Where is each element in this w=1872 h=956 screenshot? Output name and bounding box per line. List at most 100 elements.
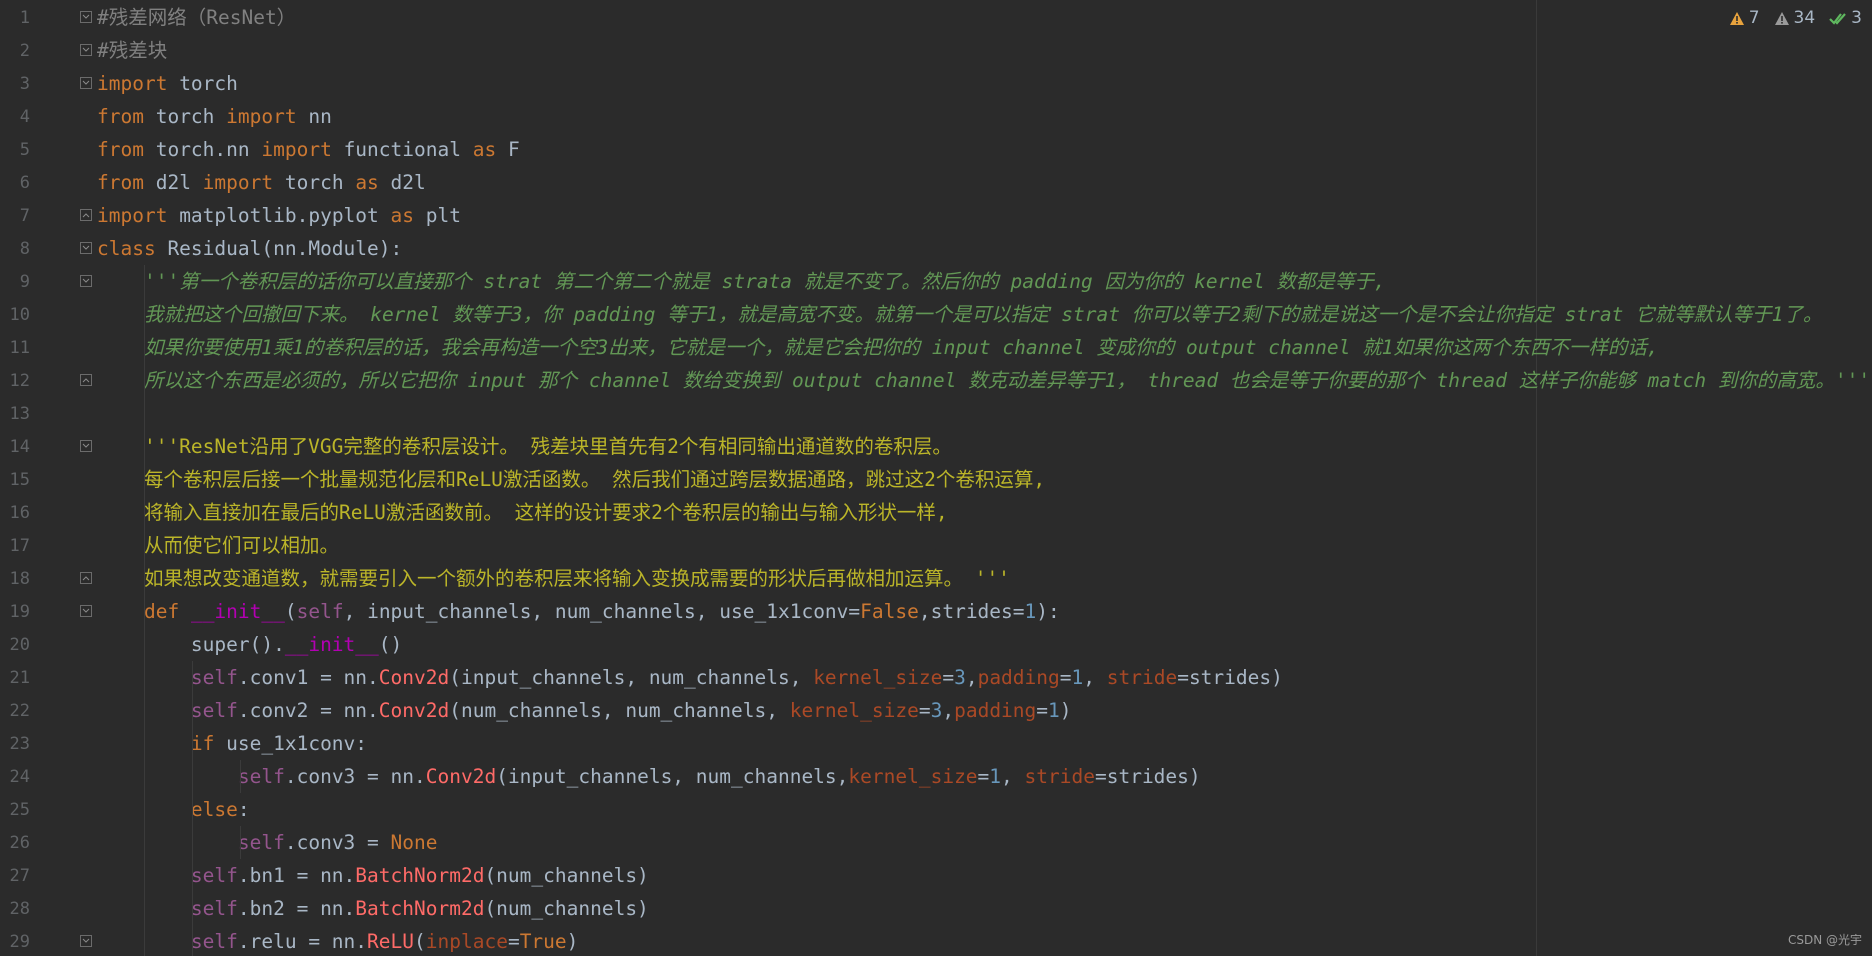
code-text[interactable]: #残差块 xyxy=(97,38,167,64)
line-number[interactable]: 12 xyxy=(0,371,30,391)
line-number[interactable]: 10 xyxy=(0,305,30,325)
line-number[interactable]: 19 xyxy=(0,602,30,622)
line-number[interactable]: 16 xyxy=(0,503,30,523)
line-number[interactable]: 17 xyxy=(0,536,30,556)
code-line-3[interactable]: 3 import torch xyxy=(0,67,1872,100)
code-line-26[interactable]: 26 self.conv3 = None xyxy=(0,826,1872,859)
line-number[interactable]: 22 xyxy=(0,701,30,721)
line-number[interactable]: 28 xyxy=(0,899,30,919)
fold-open-icon[interactable] xyxy=(80,11,92,23)
code-text[interactable]: if use_1x1conv: xyxy=(97,731,367,757)
code-line-27[interactable]: 27 self.bn1 = nn.BatchNorm2d(num_channel… xyxy=(0,859,1872,892)
code-text[interactable]: '''第一个卷积层的话你可以直接那个 strat 第二个第二个就是 strata… xyxy=(97,269,1386,295)
line-number[interactable]: 8 xyxy=(0,239,30,259)
code-text[interactable]: import matplotlib.pyplot as plt xyxy=(97,203,461,229)
code-line-20[interactable]: 20 super().__init__() xyxy=(0,628,1872,661)
code-line-9[interactable]: 9 '''第一个卷积层的话你可以直接那个 strat 第二个第二个就是 stra… xyxy=(0,265,1872,298)
code-text[interactable]: def __init__(self, input_channels, num_c… xyxy=(97,599,1060,625)
fold-open-icon[interactable] xyxy=(80,242,92,254)
code-text[interactable]: '''ResNet沿用了VGG完整的卷积层设计。 残差块里首先有2个有相同输出通… xyxy=(97,434,952,460)
code-text[interactable]: self.conv3 = None xyxy=(97,830,438,856)
line-number[interactable]: 5 xyxy=(0,140,30,160)
line-number[interactable]: 23 xyxy=(0,734,30,754)
code-line-15[interactable]: 15 每个卷积层后接一个批量规范化层和ReLU激活函数。 然后我们通过跨层数据通… xyxy=(0,463,1872,496)
line-number[interactable]: 15 xyxy=(0,470,30,490)
line-number[interactable]: 18 xyxy=(0,569,30,589)
code-line-13[interactable]: 13 xyxy=(0,397,1872,430)
line-number[interactable]: 29 xyxy=(0,932,30,952)
code-text[interactable]: 我就把这个回撤回下来。 kernel 数等于3，你 padding 等于1，就是… xyxy=(97,302,1822,328)
code-text[interactable]: super().__init__() xyxy=(97,632,402,658)
code-line-6[interactable]: 6 from d2l import torch as d2l xyxy=(0,166,1872,199)
line-number[interactable]: 13 xyxy=(0,404,30,424)
fold-close-icon[interactable] xyxy=(80,572,92,584)
line-number[interactable]: 27 xyxy=(0,866,30,886)
code-text[interactable]: else: xyxy=(97,797,250,823)
fold-open-icon[interactable] xyxy=(80,275,92,287)
code-area[interactable]: 1 #残差网络（ResNet） 2 #残差块 3 import torch 4 from to… xyxy=(0,0,1872,956)
code-line-5[interactable]: 5 from torch.nn import functional as F xyxy=(0,133,1872,166)
code-text[interactable]: self.conv3 = nn.Conv2d(input_channels, n… xyxy=(97,764,1201,790)
line-number[interactable]: 9 xyxy=(0,272,30,292)
code-line-1[interactable]: 1 #残差网络（ResNet） xyxy=(0,1,1872,34)
code-text[interactable]: self.relu = nn.ReLU(inplace=True) xyxy=(97,929,578,955)
code-text[interactable]: 将输入直接加在最后的ReLU激活函数前。 这样的设计要求2个卷积层的输出与输入形… xyxy=(97,500,948,526)
code-text[interactable]: from d2l import torch as d2l xyxy=(97,170,426,196)
weak-warnings-indicator[interactable]: 34 xyxy=(1774,8,1815,28)
code-line-19[interactable]: 19 def __init__(self, input_channels, nu… xyxy=(0,595,1872,628)
code-line-12[interactable]: 12 所以这个东西是必须的，所以它把你 input 那个 channel 数给变… xyxy=(0,364,1872,397)
code-text[interactable]: self.conv1 = nn.Conv2d(input_channels, n… xyxy=(97,665,1283,691)
line-number[interactable]: 7 xyxy=(0,206,30,226)
code-line-24[interactable]: 24 self.conv3 = nn.Conv2d(input_channels… xyxy=(0,760,1872,793)
code-line-18[interactable]: 18 如果想改变通道数，就需要引入一个额外的卷积层来将输入变换成需要的形状后再做… xyxy=(0,562,1872,595)
ok-indicator[interactable]: 3 xyxy=(1829,8,1862,28)
code-line-2[interactable]: 2 #残差块 xyxy=(0,34,1872,67)
line-number[interactable]: 24 xyxy=(0,767,30,787)
code-line-8[interactable]: 8 class Residual(nn.Module): xyxy=(0,232,1872,265)
code-text[interactable]: self.bn2 = nn.BatchNorm2d(num_channels) xyxy=(97,896,649,922)
fold-open-icon[interactable] xyxy=(80,77,92,89)
line-number[interactable]: 25 xyxy=(0,800,30,820)
code-line-28[interactable]: 28 self.bn2 = nn.BatchNorm2d(num_channel… xyxy=(0,892,1872,925)
fold-open-icon[interactable] xyxy=(80,605,92,617)
code-line-22[interactable]: 22 self.conv2 = nn.Conv2d(num_channels, … xyxy=(0,694,1872,727)
code-line-21[interactable]: 21 self.conv1 = nn.Conv2d(input_channels… xyxy=(0,661,1872,694)
line-number[interactable]: 26 xyxy=(0,833,30,853)
fold-close-icon[interactable] xyxy=(80,374,92,386)
code-line-29[interactable]: 29 self.relu = nn.ReLU(inplace=True) xyxy=(0,925,1872,956)
fold-open-icon[interactable] xyxy=(80,44,92,56)
line-number[interactable]: 11 xyxy=(0,338,30,358)
code-text[interactable]: 如果你要使用1乘1的卷积层的话，我会再构造一个空3出来，它就是一个，就是它会把你… xyxy=(97,335,1659,361)
code-text[interactable]: #残差网络（ResNet） xyxy=(97,5,296,31)
warnings-indicator[interactable]: 7 xyxy=(1729,8,1760,28)
code-line-25[interactable]: 25 else: xyxy=(0,793,1872,826)
line-number[interactable]: 14 xyxy=(0,437,30,457)
fold-open-icon[interactable] xyxy=(80,440,92,452)
code-text[interactable]: class Residual(nn.Module): xyxy=(97,236,402,262)
code-line-4[interactable]: 4 from torch import nn xyxy=(0,100,1872,133)
code-line-14[interactable]: 14 '''ResNet沿用了VGG完整的卷积层设计。 残差块里首先有2个有相同… xyxy=(0,430,1872,463)
code-text[interactable]: from torch.nn import functional as F xyxy=(97,137,520,163)
line-number[interactable]: 21 xyxy=(0,668,30,688)
code-line-11[interactable]: 11 如果你要使用1乘1的卷积层的话，我会再构造一个空3出来，它就是一个，就是它… xyxy=(0,331,1872,364)
line-number[interactable]: 4 xyxy=(0,107,30,127)
code-text[interactable]: 从而使它们可以相加。 xyxy=(97,533,339,559)
line-number[interactable]: 3 xyxy=(0,74,30,94)
code-text[interactable]: self.bn1 = nn.BatchNorm2d(num_channels) xyxy=(97,863,649,889)
code-text[interactable]: import torch xyxy=(97,71,238,97)
code-text[interactable]: from torch import nn xyxy=(97,104,332,130)
line-number[interactable]: 1 xyxy=(0,8,30,28)
code-text[interactable]: 所以这个东西是必须的，所以它把你 input 那个 channel 数给变换到 … xyxy=(97,368,1870,394)
inspection-status-tray[interactable]: 7 34 3 xyxy=(1729,8,1862,28)
fold-close-icon[interactable] xyxy=(80,209,92,221)
code-line-23[interactable]: 23 if use_1x1conv: xyxy=(0,727,1872,760)
line-number[interactable]: 2 xyxy=(0,41,30,61)
code-line-16[interactable]: 16 将输入直接加在最后的ReLU激活函数前。 这样的设计要求2个卷积层的输出与… xyxy=(0,496,1872,529)
code-line-10[interactable]: 10 我就把这个回撤回下来。 kernel 数等于3，你 padding 等于1… xyxy=(0,298,1872,331)
line-number[interactable]: 20 xyxy=(0,635,30,655)
code-text[interactable]: 如果想改变通道数，就需要引入一个额外的卷积层来将输入变换成需要的形状后再做相加运… xyxy=(97,566,1010,592)
code-line-7[interactable]: 7 import matplotlib.pyplot as plt xyxy=(0,199,1872,232)
fold-open-icon[interactable] xyxy=(80,935,92,947)
code-line-17[interactable]: 17 从而使它们可以相加。 xyxy=(0,529,1872,562)
code-text[interactable]: 每个卷积层后接一个批量规范化层和ReLU激活函数。 然后我们通过跨层数据通路，跳… xyxy=(97,467,1045,493)
